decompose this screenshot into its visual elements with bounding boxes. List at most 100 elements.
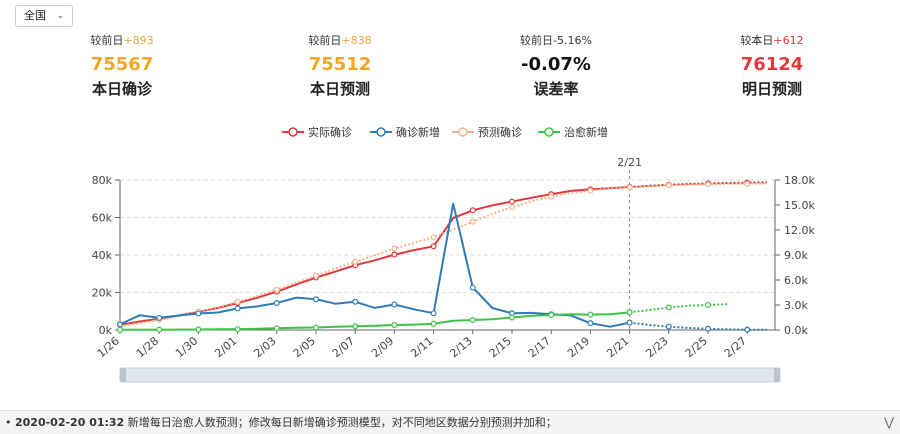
data-point	[587, 187, 594, 194]
x-tick-label: 2/25	[683, 334, 710, 360]
x-tick-label: 1/28	[134, 334, 161, 360]
x-tick-label: 2/19	[565, 334, 592, 360]
legend-item[interactable]: 确诊新增	[370, 125, 440, 139]
data-point	[469, 207, 476, 214]
data-point	[626, 319, 633, 326]
data-point	[195, 310, 202, 317]
legend-marker	[376, 127, 386, 137]
y-right-tick-label: 9.0k	[784, 249, 808, 262]
data-point	[430, 320, 437, 327]
y-right-tick-label: 0.0k	[784, 324, 808, 337]
stat-value: 75512	[308, 54, 372, 75]
data-point	[626, 184, 633, 191]
region-select[interactable]: 全国 ⌄	[15, 5, 73, 27]
data-point	[391, 322, 398, 329]
stat-today-predicted: 较前日+838 75512 本日预测	[265, 34, 415, 100]
stat-compare-label: 较前日	[90, 34, 124, 47]
stat-compare-value: -5.16%	[553, 34, 592, 47]
stat-compare-value: +838	[341, 34, 372, 47]
data-point	[509, 198, 516, 205]
legend-item[interactable]: 治愈新增	[538, 125, 608, 139]
x-tick-label: 2/05	[291, 334, 318, 360]
data-point	[273, 325, 280, 332]
data-point	[313, 272, 320, 279]
data-point	[430, 234, 437, 241]
stat-today-confirmed: 较前日+893 75567 本日确诊	[47, 34, 197, 100]
series-line	[119, 202, 630, 328]
data-point	[352, 258, 359, 265]
x-tick-label: 2/03	[251, 334, 278, 360]
stat-compare-label: 较本日	[740, 34, 774, 47]
stat-value: 75567	[90, 54, 154, 75]
data-point	[352, 323, 359, 330]
data-point	[509, 314, 516, 321]
chart-series	[116, 179, 767, 333]
stat-compare: 较前日-5.16%	[481, 34, 631, 48]
changelog-text: 新增每日治愈人数预测；修改每日新增确诊预测模型，对不同地区数据分别预测并加和；	[127, 416, 557, 429]
data-point	[430, 243, 437, 250]
data-point	[744, 180, 751, 187]
legend-marker	[544, 127, 554, 137]
data-point	[116, 326, 123, 333]
data-point	[704, 302, 711, 309]
stat-compare: 较本日+612	[697, 34, 847, 48]
data-point	[234, 298, 241, 305]
legend-label: 预测确诊	[478, 125, 522, 139]
data-point	[626, 309, 633, 316]
y-right-tick-label: 18.0k	[784, 174, 815, 187]
chart-legend[interactable]: 实际确诊 确诊新增 预测确诊 治愈新增	[282, 125, 608, 139]
data-point	[587, 320, 594, 327]
series-line	[629, 303, 728, 314]
y-left-tick-label: 20k	[92, 287, 113, 300]
data-point	[469, 218, 476, 225]
changelog-timestamp: 2020-02-20 01:32	[15, 416, 125, 429]
stat-compare-label: 较前日	[308, 34, 342, 47]
x-tick-label: 2/17	[526, 334, 553, 360]
stat-label: 本日确诊	[91, 80, 152, 98]
legend-item[interactable]: 实际确诊	[282, 125, 352, 139]
data-point	[548, 312, 555, 319]
data-point	[704, 325, 711, 332]
data-point	[665, 182, 672, 189]
stat-label: 明日预测	[741, 80, 802, 98]
y-right-tick-label: 12.0k	[784, 224, 815, 237]
data-point	[548, 193, 555, 200]
legend-marker	[458, 127, 468, 137]
zoom-slider[interactable]	[119, 367, 781, 383]
series-治愈新增(预测)	[626, 302, 728, 316]
stat-value: -0.07%	[521, 54, 591, 75]
changelog-bar: • 2020-02-20 01:32 新增每日治愈人数预测；修改每日新增确诊预测…	[0, 410, 900, 434]
double-chevron-down-icon[interactable]: ⋁	[884, 411, 894, 434]
x-tick-label: 2/01	[212, 334, 239, 360]
slider-handle-left	[120, 368, 126, 382]
data-point	[391, 245, 398, 252]
x-tick-label: 1/26	[95, 334, 122, 360]
data-point	[744, 326, 751, 333]
data-point	[234, 305, 241, 312]
data-point	[313, 296, 320, 303]
data-point	[587, 311, 594, 318]
y-right-tick-label: 6.0k	[784, 274, 808, 287]
stat-compare-value: +612	[773, 34, 804, 47]
data-point	[116, 321, 123, 328]
x-tick-label: 2/07	[330, 334, 357, 360]
slider-handle-right	[774, 368, 780, 382]
x-tick-label: 2/13	[447, 334, 474, 360]
x-tick-label: 2/15	[487, 334, 514, 360]
legend-item[interactable]: 预测确诊	[452, 125, 522, 139]
data-point	[704, 181, 711, 188]
data-point	[352, 298, 359, 305]
x-tick-label: 2/23	[643, 334, 670, 360]
y-right-tick-label: 3.0k	[784, 299, 808, 312]
legend-marker	[288, 127, 298, 137]
stat-error-rate: 较前日-5.16% -0.07% 误差率	[481, 34, 631, 100]
stat-compare: 较前日+838	[265, 34, 415, 48]
chevron-down-icon: ⌄	[56, 11, 64, 21]
current-date-label: 2/21	[617, 156, 642, 169]
data-point	[391, 251, 398, 258]
data-point	[313, 324, 320, 331]
epidemic-line-chart: 实际确诊 确诊新增 预测确诊 治愈新增 0k 20k 40k 60k 80k 0.0k 3.0k 6…	[92, 125, 815, 383]
x-tick-label: 2/09	[369, 334, 396, 360]
data-point	[509, 204, 516, 211]
stat-tomorrow-predicted: 较本日+612 76124 明日预测	[697, 34, 847, 100]
